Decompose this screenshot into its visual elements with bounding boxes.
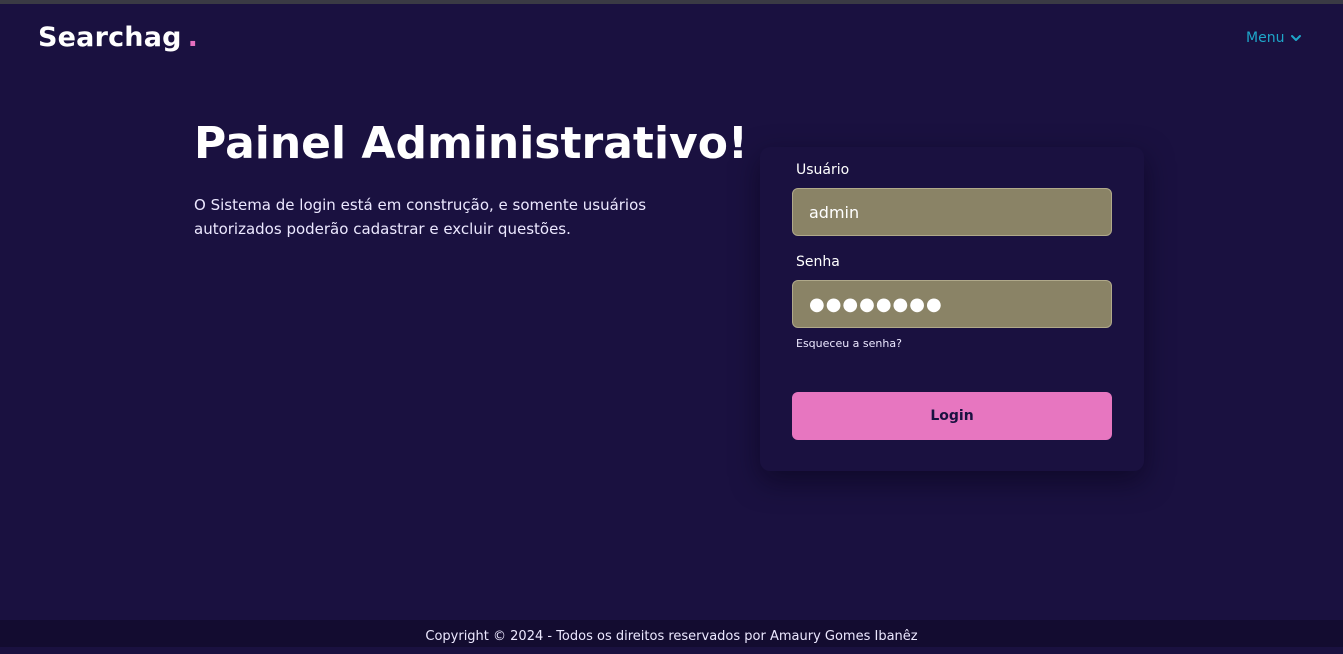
brand-logo[interactable]: Searchag. bbox=[38, 22, 198, 53]
brand-dot: . bbox=[187, 22, 199, 53]
page-title: Painel Administrativo! bbox=[194, 118, 748, 169]
chevron-down-icon bbox=[1290, 32, 1302, 44]
login-button[interactable]: Login bbox=[792, 392, 1112, 440]
username-label: Usuário bbox=[796, 162, 850, 178]
brand-name: Searchag bbox=[38, 22, 182, 53]
password-input[interactable]: ●●●●●●●● bbox=[792, 280, 1112, 328]
password-label: Senha bbox=[796, 254, 840, 270]
copyright-text: Copyright © 2024 - Todos os direitos res… bbox=[425, 629, 918, 644]
login-card: Usuário Senha ●●●●●●●● Esqueceu a senha?… bbox=[760, 147, 1144, 471]
username-input[interactable] bbox=[792, 188, 1112, 236]
menu-label: Menu bbox=[1246, 30, 1285, 46]
site-header: Searchag. Menu bbox=[0, 4, 1343, 74]
menu-dropdown[interactable]: Menu bbox=[1246, 30, 1302, 46]
forgot-password-link[interactable]: Esqueceu a senha? bbox=[796, 337, 902, 350]
page-description: O Sistema de login está em construção, e… bbox=[194, 196, 647, 238]
site-footer: Copyright © 2024 - Todos os direitos res… bbox=[0, 620, 1343, 647]
